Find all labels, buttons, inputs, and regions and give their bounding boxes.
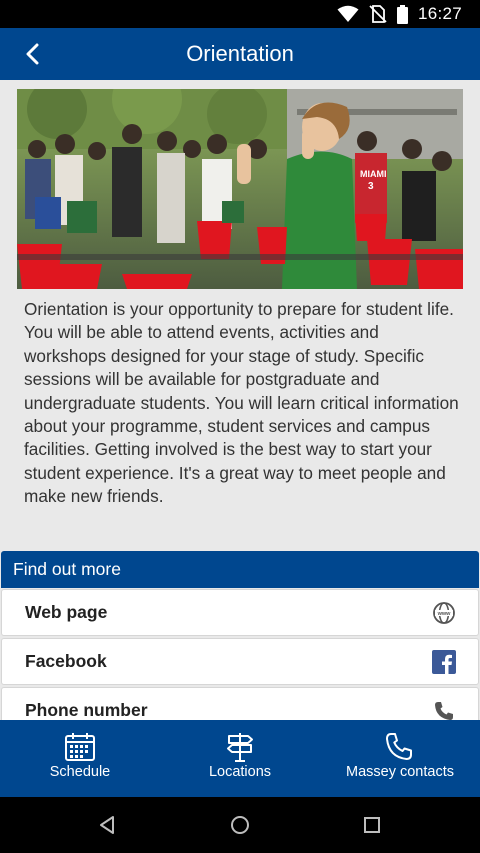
system-nav	[0, 797, 480, 853]
back-triangle-icon[interactable]	[96, 813, 120, 837]
hero-image: MIAMI 3	[17, 89, 463, 289]
back-button[interactable]	[12, 36, 52, 72]
recents-square-icon[interactable]	[360, 813, 384, 837]
back-arrow-icon	[26, 43, 39, 65]
orientation-photo: MIAMI 3	[17, 89, 463, 289]
globe-icon: www	[433, 602, 455, 624]
phone-number-row[interactable]: Phone number	[1, 687, 479, 720]
nav-schedule-label: Schedule	[49, 764, 111, 780]
status-icons: 16:27	[337, 4, 462, 24]
no-sim-icon	[369, 5, 387, 23]
phone-number-label: Phone number	[25, 700, 148, 720]
description-text: Orientation is your opportunity to prepa…	[24, 299, 459, 507]
phone-icon	[435, 702, 453, 720]
calendar-icon	[65, 733, 95, 761]
find-out-more-header: Find out more	[1, 551, 479, 588]
content-area[interactable]: MIAMI 3 Orientation is your opportunity …	[0, 80, 480, 720]
phone-icon	[386, 733, 412, 760]
shirt-number: 3	[368, 181, 374, 192]
status-bar: 16:27	[0, 0, 480, 28]
nav-schedule[interactable]: Schedule	[0, 720, 160, 797]
svg-text:www: www	[437, 611, 452, 617]
nav-locations-label: Locations	[208, 764, 272, 780]
nav-massey-contacts-label: Massey contacts	[346, 764, 454, 780]
status-time: 16:27	[417, 4, 462, 23]
web-page-row[interactable]: Web page www	[1, 589, 479, 636]
facebook-icon	[432, 650, 456, 674]
nav-massey-contacts[interactable]: Massey contacts	[320, 720, 480, 797]
battery-icon	[396, 4, 408, 24]
nav-locations[interactable]: Locations	[160, 720, 320, 797]
bottom-nav: Schedule Locations Massey contacts	[0, 720, 480, 797]
facebook-label: Facebook	[25, 651, 107, 671]
wifi-icon	[337, 5, 359, 22]
app-bar: Orientation	[0, 28, 480, 80]
page-title: Orientation	[186, 41, 294, 66]
home-circle-icon[interactable]	[228, 813, 252, 837]
shirt-text: MIAMI	[360, 169, 387, 179]
web-page-label: Web page	[25, 602, 108, 622]
facebook-row[interactable]: Facebook	[1, 638, 479, 685]
signpost-icon	[227, 733, 253, 762]
